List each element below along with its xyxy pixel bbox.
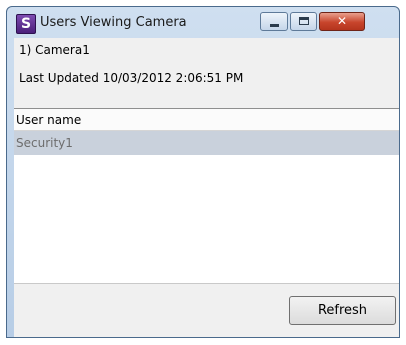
app-icon: S [16, 14, 36, 34]
refresh-button[interactable]: Refresh [289, 296, 396, 325]
minimize-icon [270, 24, 279, 27]
last-updated-label: Last Updated 10/03/2012 2:06:51 PM [19, 71, 244, 85]
list-item[interactable]: Security1 [14, 131, 399, 155]
minimize-button[interactable] [260, 12, 288, 31]
dialog-body: 1) Camera1 Last Updated 10/03/2012 2:06:… [14, 38, 399, 337]
users-viewing-camera-window: S Users Viewing Camera ✕ 1) Camera1 Last… [6, 6, 400, 338]
camera-label: 1) Camera1 [19, 43, 90, 57]
maximize-icon [299, 17, 309, 25]
users-list[interactable]: User name Security1 [14, 108, 399, 284]
maximize-button[interactable] [290, 12, 317, 31]
title-bar[interactable]: S Users Viewing Camera ✕ [7, 7, 399, 39]
column-header-user-name[interactable]: User name [14, 109, 399, 131]
close-icon: ✕ [336, 14, 348, 28]
close-button[interactable]: ✕ [319, 12, 365, 31]
window-title: Users Viewing Camera [40, 15, 187, 30]
